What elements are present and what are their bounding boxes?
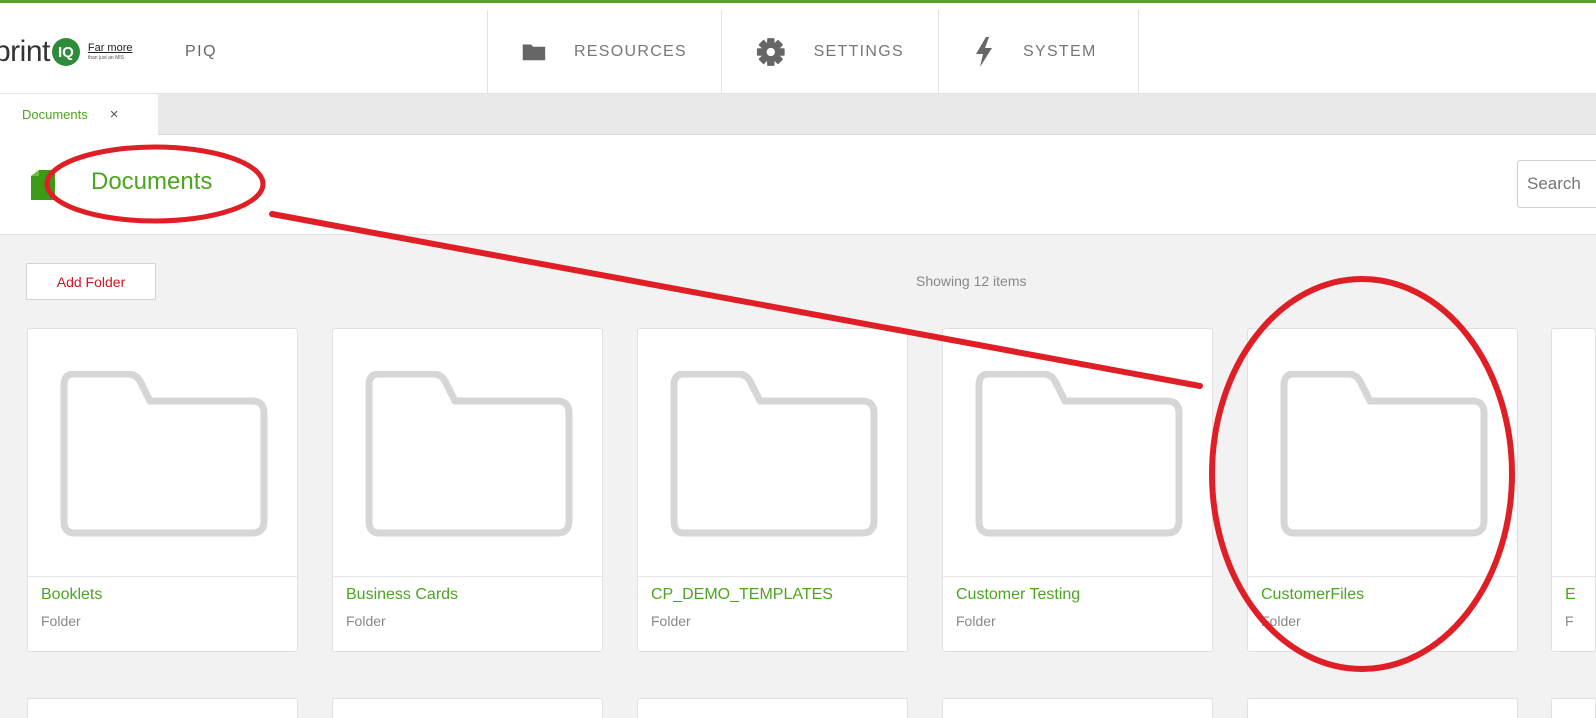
folder-card[interactable]: Business Cards Folder [332, 328, 603, 652]
app-name[interactable]: PIQ [185, 43, 217, 61]
folder-card-partial[interactable] [637, 698, 908, 718]
folder-icon [522, 44, 546, 61]
logo-tagline: Far more than just an MIS [87, 42, 133, 61]
logo-text: print [0, 35, 50, 68]
gear-icon [756, 38, 785, 66]
tab-bar: Documents × [0, 94, 1596, 135]
folder-card-partial[interactable] [1551, 698, 1596, 718]
top-accent-bar [0, 0, 1596, 10]
nav-resources[interactable]: RESOURCES [488, 10, 722, 94]
lightning-icon [976, 37, 992, 67]
main-nav: RESOURCES SETTINGS SYSTEM [487, 10, 1139, 94]
folder-name: Booklets [41, 586, 103, 603]
folder-outline-icon [975, 371, 1183, 537]
folder-card[interactable]: CustomerFiles Folder [1247, 328, 1518, 652]
item-count: Showing 12 items [916, 273, 1027, 289]
folder-type: Folder [1261, 613, 1301, 629]
folder-card[interactable]: CP_DEMO_TEMPLATES Folder [637, 328, 908, 652]
page-title-bar: Documents [0, 135, 1596, 235]
folder-outline-icon [1280, 371, 1488, 537]
folder-name: E [1565, 586, 1576, 603]
folder-name: CustomerFiles [1261, 586, 1365, 603]
folder-card[interactable]: Customer Testing Folder [942, 328, 1213, 652]
folder-outline-icon [365, 371, 573, 537]
tab-close-icon[interactable]: × [110, 106, 119, 123]
folder-card[interactable]: E F [1551, 328, 1596, 652]
folder-thumbnail [333, 329, 602, 577]
nav-system-label: SYSTEM [1023, 43, 1097, 60]
folder-card-partial[interactable] [942, 698, 1213, 718]
folder-type: Folder [346, 613, 386, 629]
folder-thumbnail [28, 329, 297, 577]
folder-name: Business Cards [346, 586, 459, 603]
folder-outline-icon [670, 371, 878, 537]
folder-card-partial[interactable] [1247, 698, 1518, 718]
nav-settings[interactable]: SETTINGS [722, 10, 939, 94]
folder-outline-icon [60, 371, 268, 537]
folder-thumbnail [1248, 329, 1517, 577]
folder-toolbar: Add Folder Showing 12 items [0, 236, 1596, 316]
search-input[interactable] [1517, 160, 1596, 208]
tab-documents[interactable]: Documents × [0, 94, 158, 135]
folder-card[interactable]: Booklets Folder [27, 328, 298, 652]
nav-resources-label: RESOURCES [573, 43, 687, 60]
add-folder-button[interactable]: Add Folder [26, 263, 156, 300]
folder-card-partial[interactable] [27, 698, 298, 718]
folder-card-partial[interactable] [332, 698, 603, 718]
folder-type: Folder [41, 613, 81, 629]
documents-cube-icon [31, 170, 55, 200]
folder-type: F [1565, 613, 1574, 629]
page-title: Documents [91, 168, 213, 195]
nav-settings-label: SETTINGS [813, 43, 904, 60]
tab-documents-label: Documents [22, 107, 88, 122]
logo-badge-icon: IQ [51, 38, 80, 66]
folder-name: Customer Testing [956, 586, 1081, 603]
folder-name: CP_DEMO_TEMPLATES [651, 586, 833, 603]
folder-type: Folder [956, 613, 996, 629]
printiq-logo[interactable]: print IQ Far more than just an MIS [0, 32, 132, 72]
nav-system[interactable]: SYSTEM [939, 10, 1139, 94]
folder-thumbnail [638, 329, 907, 577]
app-header: print IQ Far more than just an MIS PIQ R… [0, 10, 1596, 94]
folder-thumbnail [1552, 329, 1595, 577]
folder-type: Folder [651, 613, 691, 629]
folder-thumbnail [943, 329, 1212, 577]
